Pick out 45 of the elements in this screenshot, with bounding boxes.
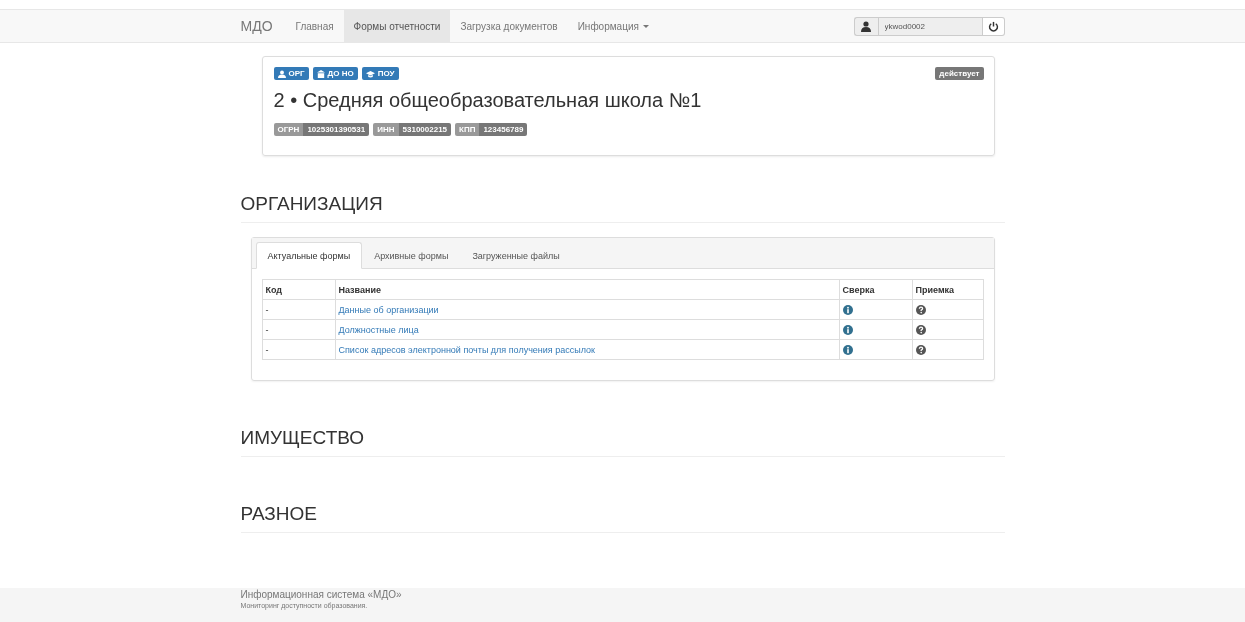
column-header: Код [265, 284, 283, 295]
section-heading: ОРГАНИЗАЦИЯ [240, 193, 1005, 223]
username-field[interactable]: ykwod0002 [877, 16, 983, 36]
id-value: 1025301390531 [303, 123, 370, 136]
table-cell: - [265, 344, 269, 355]
person-icon [277, 69, 286, 78]
tab[interactable]: Загруженные файлы [460, 242, 572, 269]
user-icon [853, 16, 878, 36]
info-icon[interactable] [842, 304, 853, 315]
column-header: Название [338, 284, 381, 295]
logout-button[interactable] [982, 16, 1005, 36]
id-label: ОГРН [273, 123, 304, 136]
form-link[interactable]: Должностные лица [338, 324, 419, 335]
tag-label: ДО НО [327, 69, 354, 78]
help-icon[interactable] [915, 324, 926, 335]
nav-link[interactable]: Формы отчетности [343, 10, 451, 42]
tag-label: ПОУ [377, 69, 395, 78]
form-link[interactable]: Данные об организации [338, 304, 439, 315]
nav-link[interactable]: Загрузка документов [450, 10, 568, 42]
brand-link[interactable]: МДО [240, 10, 286, 42]
id-value: 123456789 [479, 123, 528, 136]
nav-link[interactable]: Главная [285, 10, 344, 42]
table-cell: - [265, 304, 269, 315]
tab[interactable]: Архивные формы [362, 242, 461, 269]
status-label: действует [935, 67, 984, 80]
help-icon[interactable] [915, 344, 926, 355]
organization-title: 2 • Средняя общеобразовательная школа №1 [273, 89, 703, 111]
section-heading: РАЗНОЕ [240, 503, 1005, 533]
tag-label: ОРГ [288, 69, 305, 78]
graduation-cap-icon [365, 69, 375, 78]
info-icon[interactable] [842, 344, 853, 355]
building-icon [316, 69, 325, 78]
table-cell: - [265, 324, 269, 335]
info-icon[interactable] [842, 324, 853, 335]
id-label: ИНН [373, 123, 399, 136]
id-label: КПП [455, 123, 480, 136]
nav-link[interactable]: Информация [567, 10, 659, 42]
tab[interactable]: Актуальные формы [255, 242, 363, 269]
power-icon [987, 20, 999, 32]
column-header: Приемка [915, 284, 955, 295]
column-header: Сверка [842, 284, 875, 295]
help-icon[interactable] [915, 304, 926, 315]
footer-title: Информационная система «МДО» [240, 588, 403, 600]
id-value: 5310002215 [398, 123, 452, 136]
section-heading: ИМУЩЕСТВО [240, 427, 1005, 457]
